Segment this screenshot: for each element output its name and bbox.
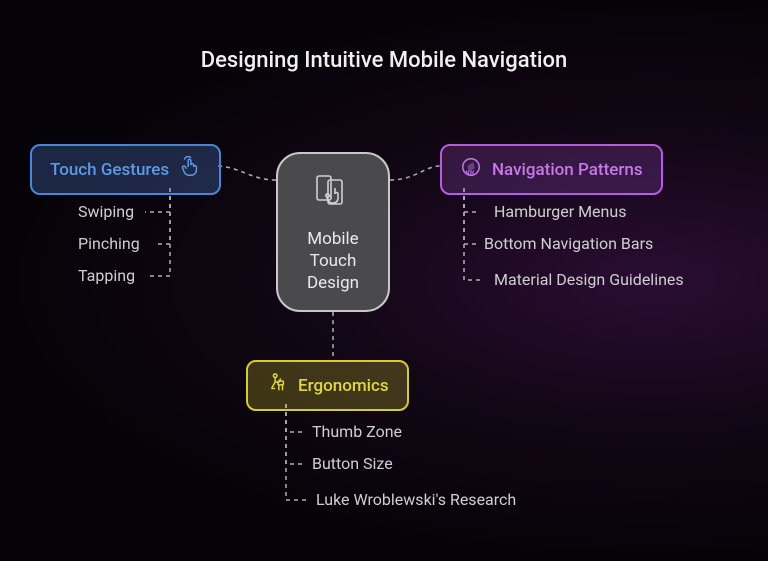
- branch-ergonomics: Ergonomics: [246, 360, 409, 411]
- mobile-touch-icon: [311, 170, 355, 218]
- touch-item-pinching: Pinching: [78, 234, 140, 253]
- branch-ergo-label: Ergonomics: [298, 376, 389, 396]
- touch-item-tapping: Tapping: [78, 266, 135, 285]
- page-title: Designing Intuitive Mobile Navigation: [0, 48, 768, 73]
- ergo-item-button-size: Button Size: [312, 454, 393, 473]
- ergonomics-icon: [266, 372, 288, 399]
- nav-item-hamburger: Hamburger Menus: [494, 202, 626, 221]
- central-label: MobileTouchDesign: [307, 228, 359, 294]
- nav-item-bottom-bars: Bottom Navigation Bars: [484, 234, 653, 253]
- branch-touch-gestures: Touch Gestures: [30, 144, 221, 195]
- branch-navigation-patterns: NW Navigation Patterns: [440, 144, 663, 195]
- branch-nav-label: Navigation Patterns: [492, 160, 643, 180]
- branch-touch-label: Touch Gestures: [50, 160, 169, 180]
- central-node: MobileTouchDesign: [276, 152, 390, 312]
- touch-item-swiping: Swiping: [78, 202, 134, 221]
- ergo-item-luke: Luke Wroblewski's Research: [316, 490, 516, 509]
- gesture-icon: [179, 156, 201, 183]
- svg-text:NW: NW: [466, 170, 475, 176]
- ergo-item-thumb-zone: Thumb Zone: [312, 422, 402, 441]
- nav-item-material: Material Design Guidelines: [494, 270, 684, 289]
- compass-icon: NW: [460, 156, 482, 183]
